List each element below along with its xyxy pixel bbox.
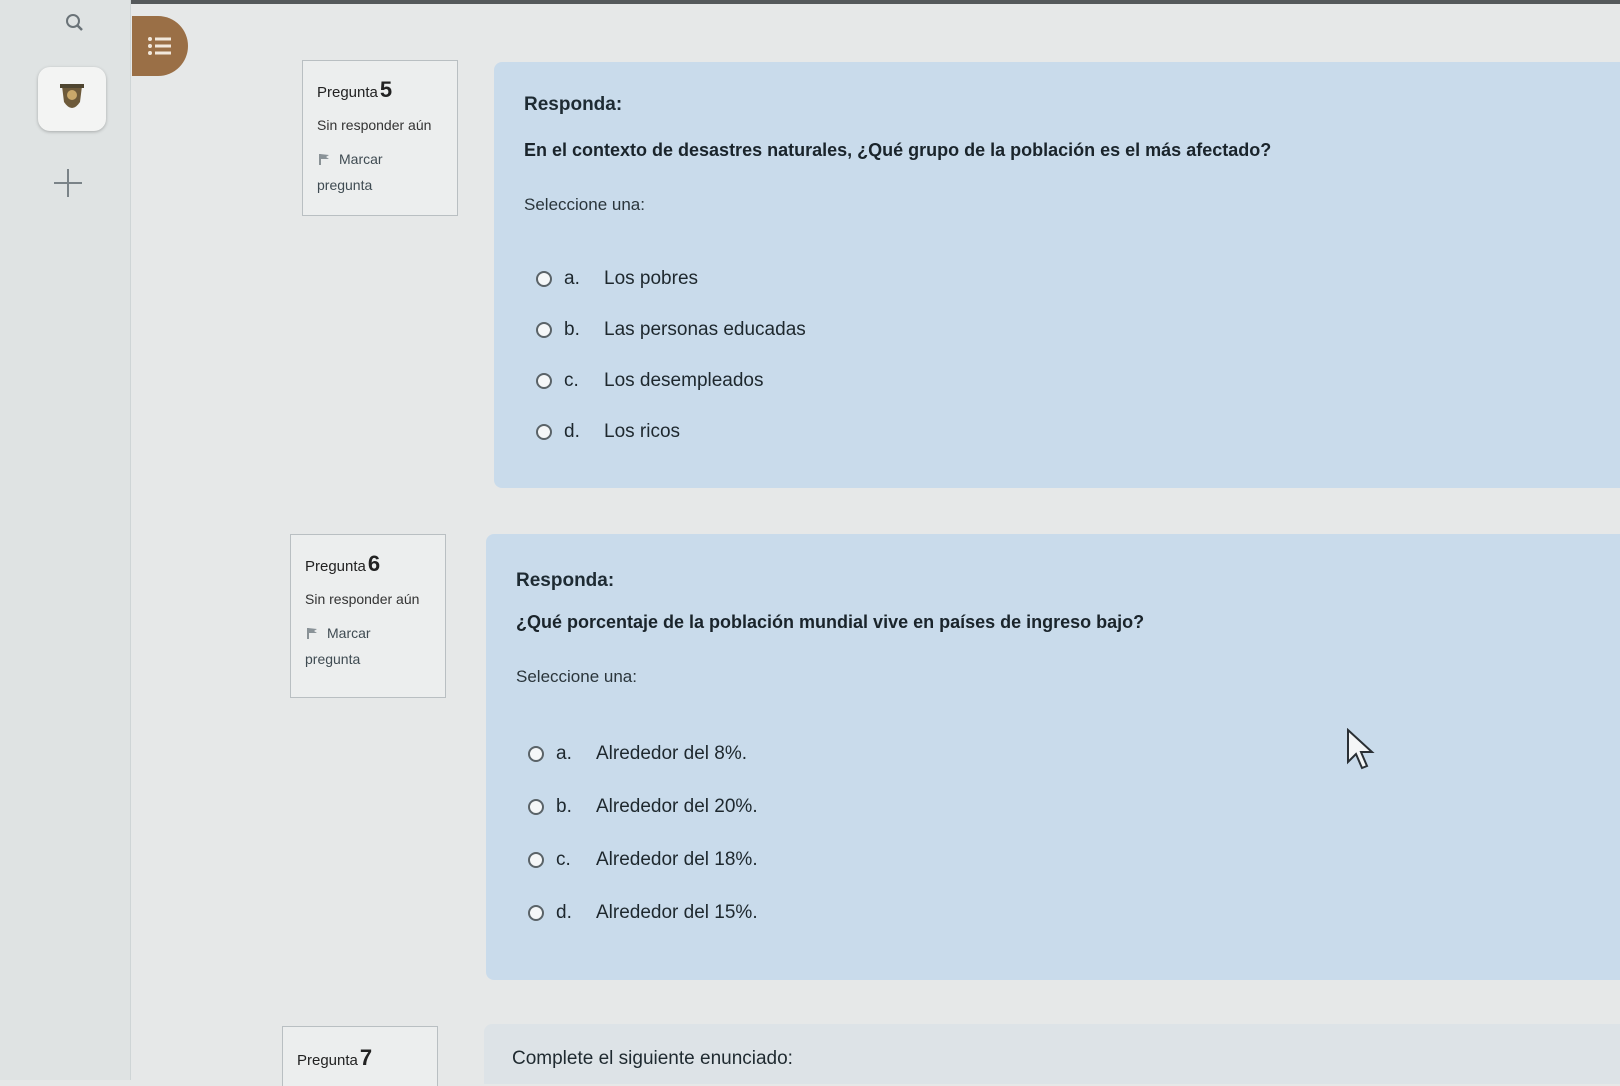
option-text: Los desempleados (604, 369, 764, 391)
flag-question-link[interactable]: Marcar (305, 625, 445, 641)
search-icon[interactable] (62, 10, 88, 36)
option-letter: c. (556, 848, 571, 870)
option-c[interactable]: c. Los desempleados (536, 355, 1620, 406)
question-number: Pregunta5 (317, 77, 393, 102)
question-5-info: Pregunta5 Sin responder aún Marcar pregu… (302, 60, 458, 216)
option-letter: b. (556, 795, 572, 817)
select-label: Seleccione una: (524, 195, 645, 214)
responda-label: Responda: (524, 94, 623, 115)
option-text: Los ricos (604, 420, 681, 442)
option-d[interactable]: d. Los ricos (536, 406, 1620, 457)
flag-question-link[interactable]: Marcar (317, 151, 457, 167)
seal-icon[interactable] (38, 67, 106, 131)
option-c[interactable]: c. Alrededor del 18%. (528, 833, 1620, 886)
flag-icon (307, 628, 317, 639)
radio-button[interactable] (536, 423, 552, 440)
radio-button[interactable] (536, 270, 552, 287)
question-7-box: Complete el siguiente enunciado: (484, 1024, 1620, 1084)
option-letter: d. (564, 420, 580, 442)
question-text: ¿Qué porcentaje de la población mundial … (516, 612, 1145, 632)
option-d[interactable]: d. Alrededor del 15%. (528, 886, 1620, 939)
question-text: En el contexto de desastres naturales, ¿… (524, 140, 1272, 160)
responda-label: Responda: (516, 570, 615, 591)
option-a[interactable]: a. Alrededor del 8%. (528, 727, 1620, 780)
question-status: Sin responder aún (305, 591, 420, 607)
left-rail (0, 0, 131, 1080)
option-text: Alrededor del 20%. (596, 795, 758, 817)
list-icon (148, 37, 171, 55)
question-status: Sin responder aún (317, 117, 432, 133)
question-7-info: Pregunta7 (282, 1026, 438, 1086)
option-text: Alrededor del 15%. (596, 901, 758, 923)
option-letter: a. (564, 267, 580, 289)
question-number: Pregunta6 (305, 551, 381, 576)
option-text: Alrededor del 18%. (596, 848, 758, 870)
option-a[interactable]: a. Los pobres (536, 253, 1620, 304)
question-number: Pregunta7 (297, 1045, 373, 1070)
question-6-box: Responda: ¿Qué porcentaje de la població… (486, 534, 1620, 980)
mouse-cursor-icon (1346, 727, 1376, 775)
option-letter: c. (564, 369, 579, 391)
flag-question-link-2[interactable]: pregunta (317, 177, 457, 193)
option-text: Alrededor del 8%. (596, 742, 748, 764)
option-letter: a. (556, 742, 572, 764)
radio-button[interactable] (528, 904, 544, 921)
question-text: Complete el siguiente enunciado: (512, 1048, 793, 1069)
option-text: Los pobres (604, 267, 699, 289)
question-5-box: Responda: En el contexto de desastres na… (494, 62, 1620, 488)
menu-toggle-button[interactable] (132, 16, 188, 76)
flag-icon (319, 154, 329, 165)
top-border (130, 0, 1620, 4)
radio-button[interactable] (536, 321, 552, 338)
radio-button[interactable] (528, 798, 544, 815)
option-b[interactable]: b. Las personas educadas (536, 304, 1620, 355)
question-6-info: Pregunta6 Sin responder aún Marcar pregu… (290, 534, 446, 698)
radio-button[interactable] (528, 851, 544, 868)
flag-question-link-2[interactable]: pregunta (305, 651, 445, 667)
select-label: Seleccione una: (516, 667, 637, 686)
option-letter: d. (556, 901, 572, 923)
option-b[interactable]: b. Alrededor del 20%. (528, 780, 1620, 833)
radio-button[interactable] (536, 372, 552, 389)
radio-button[interactable] (528, 745, 544, 762)
option-text: Las personas educadas (604, 318, 806, 340)
option-letter: b. (564, 318, 580, 340)
plus-icon[interactable] (50, 165, 86, 201)
